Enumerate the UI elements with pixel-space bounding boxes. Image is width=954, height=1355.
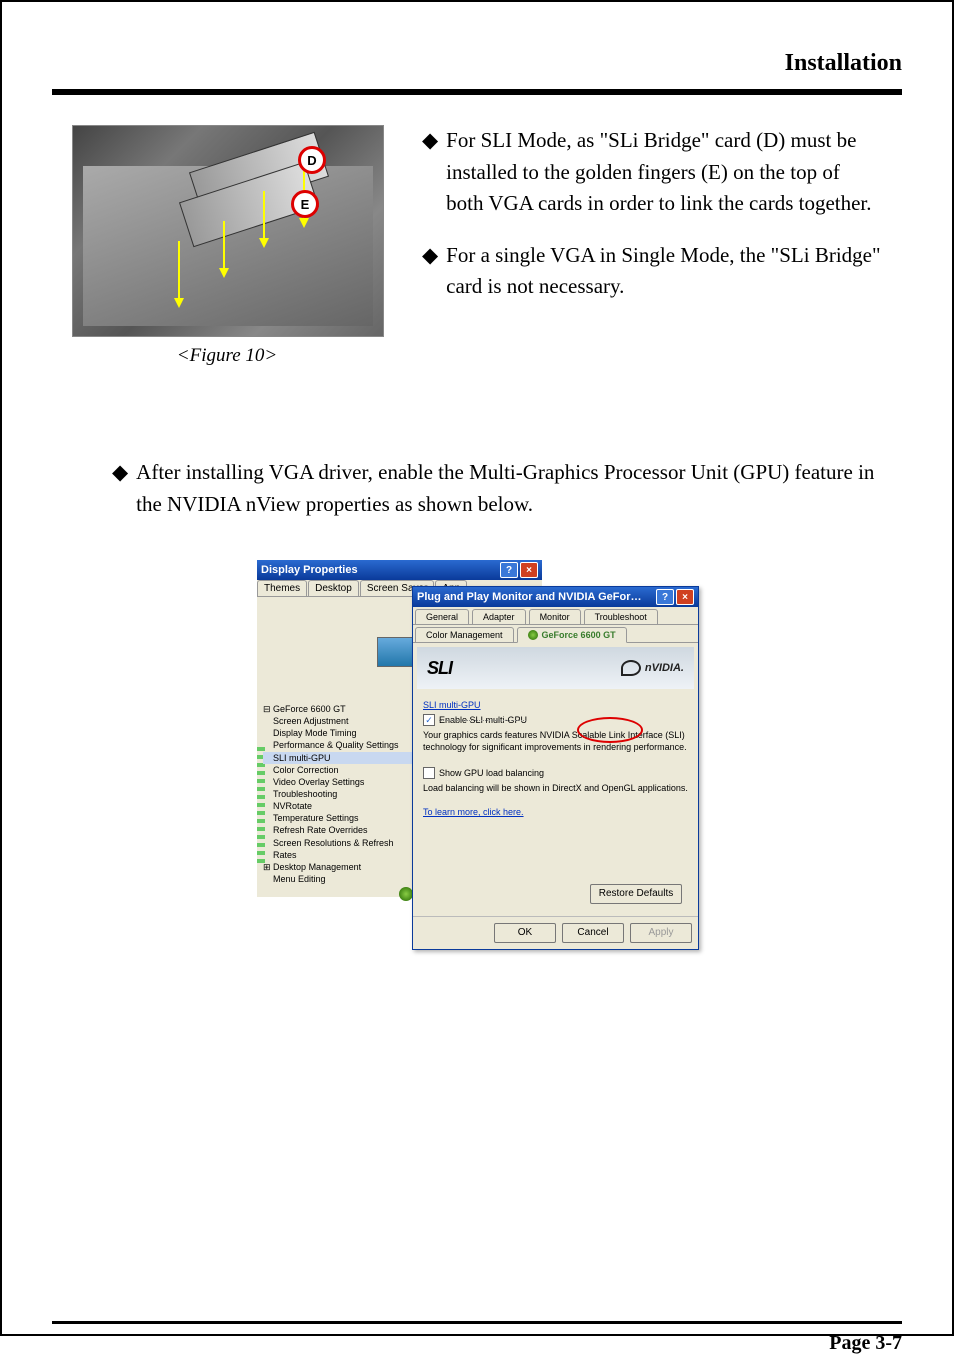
tab-monitor[interactable]: Monitor [529,609,581,625]
bullet-icon: ◆ [422,125,438,220]
learn-more-link[interactable]: To learn more, click here. [423,806,688,818]
bullet-icon: ◆ [112,457,128,520]
sli-banner: SLI nVIDIA. [417,647,694,689]
tree-item[interactable]: Screen Resolutions & Refresh Rates [263,837,415,861]
bullet-text: For SLI Mode, as "SLi Bridge" card (D) m… [446,125,882,220]
tree-item[interactable]: Troubleshooting [263,788,415,800]
nv-titlebar: Plug and Play Monitor and NVIDIA GeForce… [413,587,698,607]
page-footer: Page 3-7 [52,1321,902,1355]
tab-troubleshoot[interactable]: Troubleshoot [584,609,658,625]
tab-themes[interactable]: Themes [257,580,307,596]
nvidia-tree: ⊟ GeForce 6600 GT Screen Adjustment Disp… [263,703,415,885]
callout-d: D [298,146,326,174]
show-balancing-checkbox[interactable] [423,767,435,779]
figure-10-photo: D E [72,125,384,337]
nvidia-eye-icon [399,887,413,901]
close-button[interactable]: × [520,562,538,578]
figure-10: D E <Figure 10> [72,125,382,367]
top-bullets: ◆ For SLI Mode, as "SLi Bridge" card (D)… [422,125,882,367]
tree-root-2[interactable]: Desktop Management [273,862,361,872]
nvidia-properties-dialog: Plug and Play Monitor and NVIDIA GeForce… [412,586,699,950]
bullet-icon: ◆ [422,240,438,303]
restore-defaults-button[interactable]: Restore Defaults [590,884,682,904]
ok-button[interactable]: OK [494,923,556,943]
enable-sli-label: Enable SLI multi-GPU [439,714,527,726]
tree-root[interactable]: GeForce 6600 GT [273,704,346,714]
tree-item[interactable]: Menu Editing [263,873,415,885]
close-button[interactable]: × [676,589,694,605]
nv-title: Plug and Play Monitor and NVIDIA GeForce… [417,591,647,603]
help-button[interactable]: ? [500,562,518,578]
enable-sli-checkbox[interactable]: ✓ [423,714,435,726]
tree-item[interactable]: Refresh Rate Overrides [263,824,415,836]
sli-group-label: SLI multi-GPU [423,699,688,711]
apply-button[interactable]: Apply [630,923,692,943]
tree-item[interactable]: Screen Adjustment [263,715,415,727]
cancel-button[interactable]: Cancel [562,923,624,943]
bullet-text: For a single VGA in Single Mode, the "SL… [446,240,882,303]
help-button[interactable]: ? [656,589,674,605]
tree-item[interactable]: Temperature Settings [263,812,415,824]
tab-desktop[interactable]: Desktop [308,580,359,596]
sli-logo: SLI [427,658,452,679]
tab-adapter[interactable]: Adapter [472,609,526,625]
gf-label: GeForce 6600 GT [542,630,616,640]
tab-geforce[interactable]: GeForce 6600 GT [517,627,627,643]
red-highlight-circle [577,717,643,743]
show-balancing-label: Show GPU load balancing [439,767,544,779]
show-balancing-desc: Load balancing will be shown in DirectX … [423,782,688,794]
page-header: Installation [52,42,902,92]
callout-e: E [291,190,319,218]
monitor-preview [377,637,415,667]
tree-item[interactable]: Video Overlay Settings [263,776,415,788]
tree-item[interactable]: Display Mode Timing [263,727,415,739]
tree-item[interactable]: Performance & Quality Settings [263,739,415,751]
dp-title: Display Properties [261,564,358,576]
display-properties-titlebar: Display Properties ? × [257,560,542,580]
tree-item[interactable]: Color Correction [263,764,415,776]
figure-10-caption: <Figure 10> [72,345,382,367]
tab-general[interactable]: General [415,609,469,625]
tree-item-sli[interactable]: SLI multi-GPU [263,752,415,764]
tree-item[interactable]: NVRotate [263,800,415,812]
sli-desc: Your graphics cards features NVIDIA Scal… [423,729,688,753]
mid-bullet-text: After installing VGA driver, enable the … [136,457,882,520]
nvidia-logo: nVIDIA. [621,660,684,676]
figure-11-screenshot: Display Properties ? × Themes Desktop Sc… [257,560,697,897]
tab-color-mgmt[interactable]: Color Management [415,627,514,643]
